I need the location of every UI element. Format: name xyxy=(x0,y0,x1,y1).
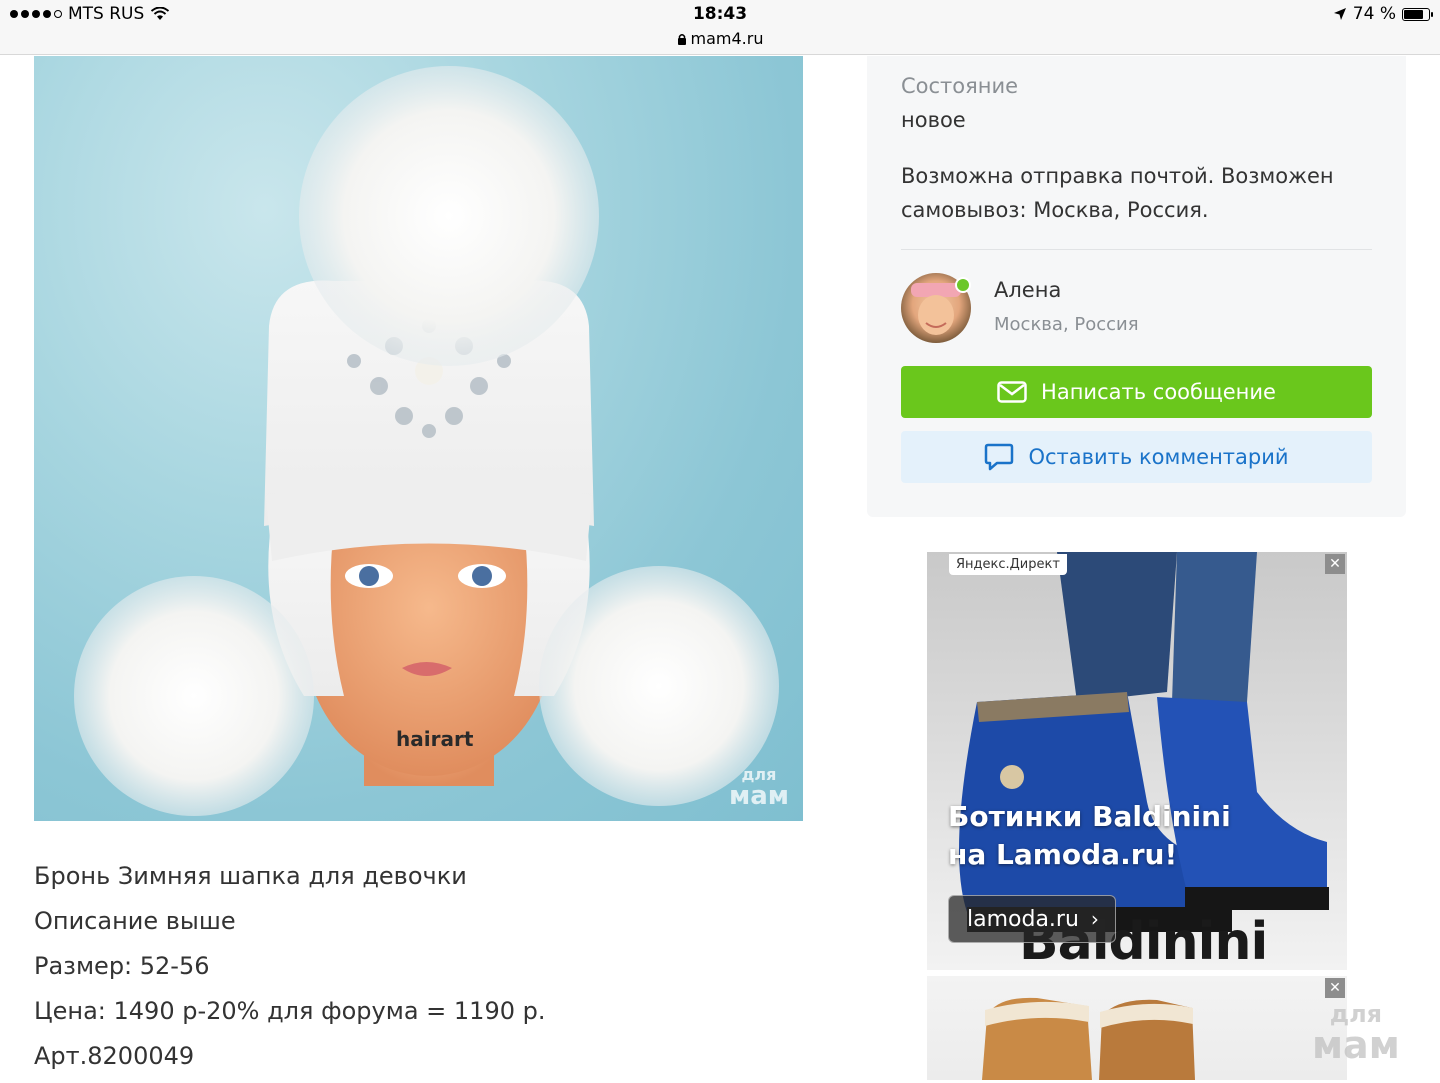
delivery-info: Возможна отправка почтой. Возможен самов… xyxy=(901,164,1334,222)
status-bar: MTS RUS 18:43 mam4.ru 74 % xyxy=(0,0,1440,55)
seller-name[interactable]: Алена xyxy=(994,278,1061,302)
envelope-icon xyxy=(997,381,1027,403)
product-description: Бронь Зимняя шапка для девочки Описание … xyxy=(34,858,834,1083)
page-watermark-line2: мам xyxy=(1312,1023,1400,1067)
divider xyxy=(901,249,1372,250)
product-photo[interactable]: hairart для мам xyxy=(34,56,803,821)
leave-comment-button[interactable]: Оставить комментарий xyxy=(901,431,1372,483)
description-line: Арт.8200049 xyxy=(34,1042,195,1070)
write-message-label: Написать сообщение xyxy=(1041,380,1276,404)
comment-bubble-icon xyxy=(985,443,1014,471)
url-text: mam4.ru xyxy=(690,29,764,48)
image-watermark: для мам xyxy=(728,767,789,811)
leave-comment-label: Оставить комментарий xyxy=(1028,445,1289,469)
seller-card: Состояние новое Возможна отправка почтой… xyxy=(867,56,1406,517)
address-bar[interactable]: mam4.ru xyxy=(0,29,1440,48)
ad-banner-second[interactable]: ✕ xyxy=(927,976,1347,1080)
ad-close-button[interactable]: ✕ xyxy=(1325,978,1345,998)
description-line: Цена: 1490 р-20% для форума = 1190 р. xyxy=(34,997,546,1025)
battery-area: 74 % xyxy=(1333,4,1433,24)
battery-level xyxy=(1404,9,1424,19)
boots-illustration-second xyxy=(982,997,1195,1080)
condition-label: Состояние xyxy=(901,74,1019,98)
battery-percent: 74 % xyxy=(1352,4,1396,24)
mannequin-brand: hairart xyxy=(396,727,474,751)
description-line: Описание выше xyxy=(34,907,236,935)
description-line: Размер: 52-56 xyxy=(34,952,210,980)
hat-illustration: hairart xyxy=(74,66,779,816)
ad-headline[interactable]: Ботинки Baldinini на Lamoda.ru! xyxy=(948,798,1278,874)
online-indicator xyxy=(955,277,971,293)
seller-city: Москва, Россия xyxy=(994,314,1139,335)
chevron-right-icon: › xyxy=(1090,907,1099,931)
ad-source-label: Яндекс.Директ xyxy=(949,554,1067,575)
clock: 18:43 xyxy=(692,4,748,24)
ad-close-button[interactable]: ✕ xyxy=(1325,554,1345,574)
ad-link-label: lamoda.ru xyxy=(967,906,1079,932)
page-watermark: для мам xyxy=(1312,1002,1400,1064)
lock-icon xyxy=(677,34,686,45)
write-message-button[interactable]: Написать сообщение xyxy=(901,366,1372,418)
description-line: Бронь Зимняя шапка для девочки xyxy=(34,862,467,890)
watermark-line2: мам xyxy=(728,781,789,811)
ad-banner[interactable]: Baldinini Яндекс.Директ ✕ Ботинки Baldin… xyxy=(927,552,1347,970)
ad-link-button[interactable]: lamoda.ru › xyxy=(948,895,1116,943)
condition-value: новое xyxy=(901,108,966,132)
location-arrow-icon xyxy=(1333,8,1346,20)
battery-icon xyxy=(1402,7,1433,21)
